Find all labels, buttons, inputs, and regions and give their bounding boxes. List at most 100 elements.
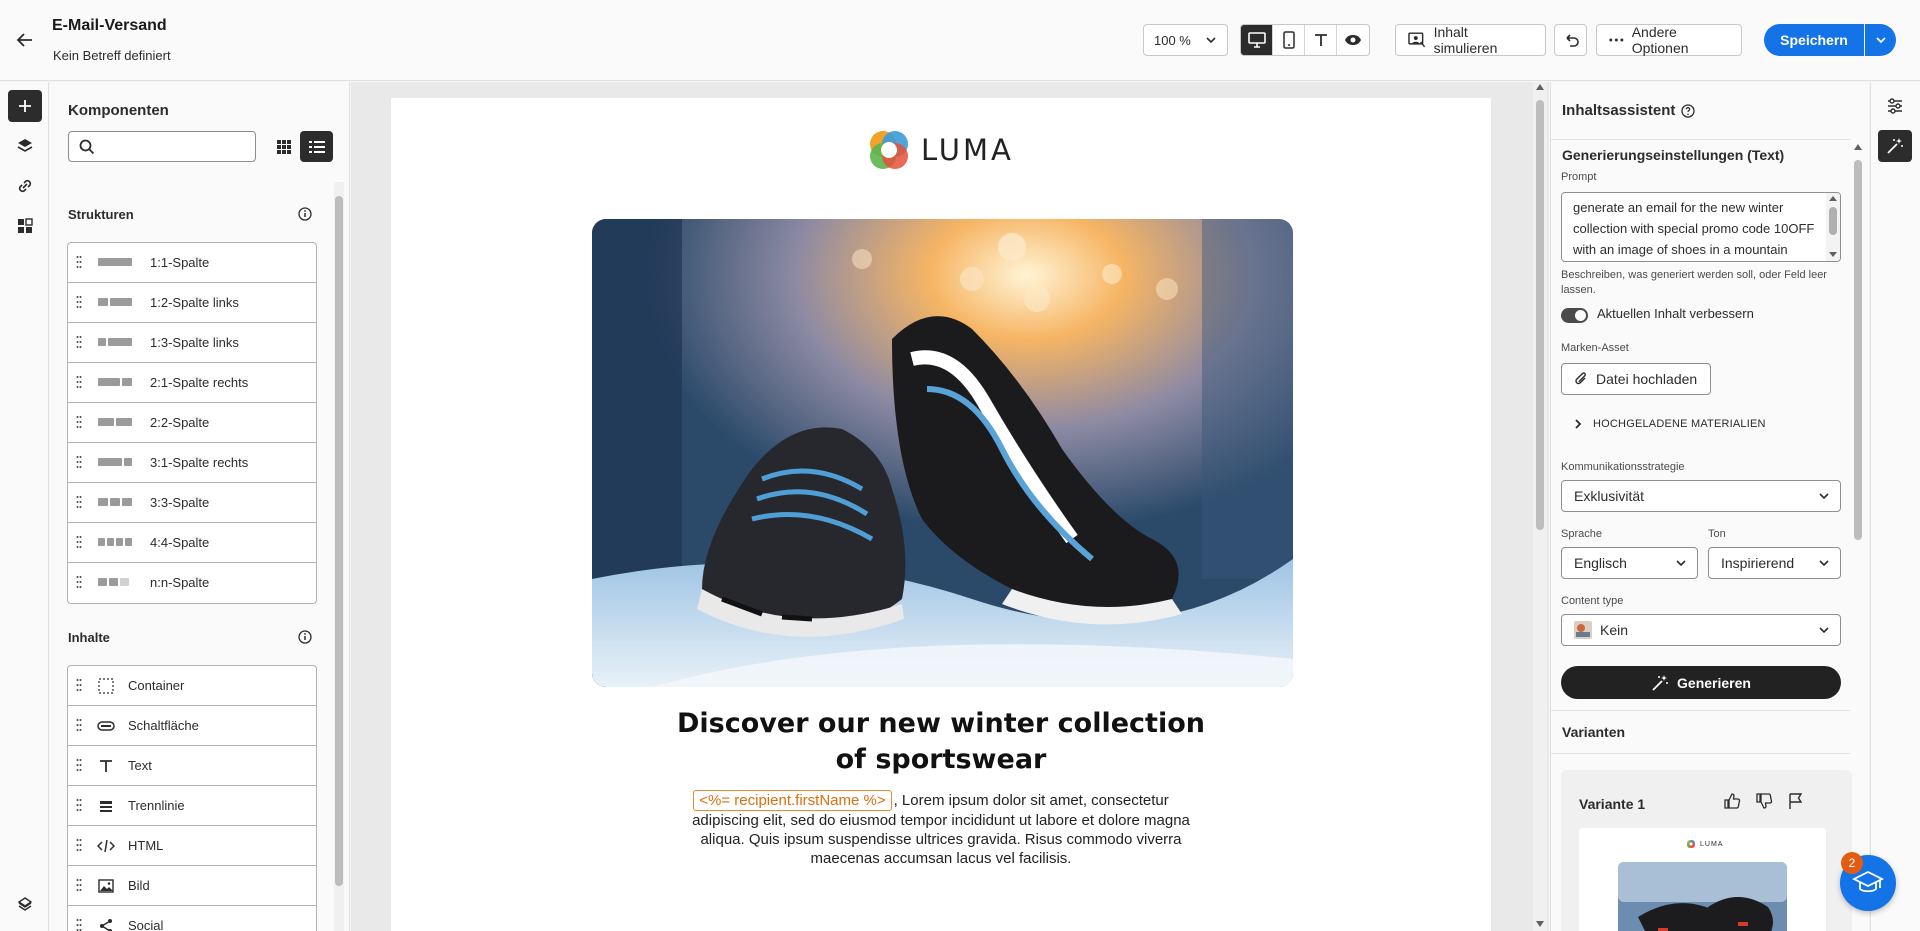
components-scrollbar[interactable] — [334, 182, 344, 931]
drag-handle-icon[interactable] — [76, 575, 82, 589]
drag-handle-icon[interactable] — [76, 878, 82, 892]
simulate-content-button[interactable]: Inhalt simulieren — [1395, 24, 1546, 56]
desktop-view-button[interactable] — [1241, 25, 1273, 55]
scroll-up-icon[interactable] — [1854, 144, 1862, 150]
scroll-thumb[interactable] — [335, 196, 343, 886]
content-item[interactable]: Social — [68, 906, 316, 931]
sneaker-photo — [592, 219, 1293, 687]
variant-card[interactable]: Variante 1 LUMA — [1561, 770, 1852, 931]
undo-button[interactable] — [1554, 24, 1587, 56]
email-preview[interactable]: LUMA Discover our new winter collection … — [391, 98, 1491, 931]
prompt-textarea[interactable]: generate an email for the new winter col… — [1561, 192, 1841, 262]
info-icon[interactable] — [298, 207, 312, 221]
personalization-token[interactable]: <%= recipient.firstName %> — [693, 790, 892, 811]
hero-image[interactable] — [592, 219, 1293, 687]
drag-handle-icon[interactable] — [76, 415, 82, 429]
save-button[interactable]: Speichern — [1764, 24, 1864, 56]
list-view-button[interactable] — [300, 131, 333, 162]
grid-view-button[interactable] — [268, 131, 300, 162]
prompt-scrollbar[interactable] — [1826, 193, 1840, 261]
email-body[interactable]: <%= recipient.firstName %>, Lorem ipsum … — [691, 790, 1191, 868]
fragments-button[interactable] — [8, 210, 42, 242]
assistant-scrollbar[interactable] — [1852, 142, 1864, 931]
structure-item[interactable]: 3:3-Spalte — [68, 483, 316, 523]
content-label: Social — [128, 918, 164, 931]
preview-button[interactable] — [1337, 25, 1369, 55]
help-icon[interactable] — [1681, 103, 1696, 118]
strategy-label: Kommunikationsstrategie — [1561, 461, 1685, 473]
code-icon — [97, 837, 115, 855]
generate-button[interactable]: Generieren — [1561, 666, 1841, 699]
drag-handle-icon[interactable] — [76, 495, 82, 509]
components-search[interactable] — [68, 131, 256, 162]
add-components-button[interactable] — [8, 90, 42, 122]
links-button[interactable] — [8, 170, 42, 202]
link-icon — [18, 179, 32, 193]
mobile-view-button[interactable] — [1273, 25, 1305, 55]
structure-item[interactable]: 1:2-Spalte links — [68, 283, 316, 323]
layers-icon — [17, 139, 33, 152]
flag-icon[interactable] — [1787, 792, 1805, 810]
drag-handle-icon[interactable] — [76, 375, 82, 389]
bottom-layers-button[interactable] — [8, 888, 42, 920]
back-button[interactable] — [13, 28, 37, 52]
email-headline[interactable]: Discover our new winter collection of sp… — [671, 706, 1211, 778]
image-icon — [97, 877, 115, 895]
drag-handle-icon[interactable] — [76, 255, 82, 269]
uploaded-materials-toggle[interactable]: HOCHGELADENE MATERIALIEN — [1573, 418, 1766, 430]
layers-button[interactable] — [8, 130, 42, 162]
search-input[interactable] — [101, 137, 251, 157]
column-4-4-icon — [98, 538, 132, 546]
tone-dropdown[interactable]: Inspirierend — [1708, 547, 1841, 579]
structure-item[interactable]: 2:2-Spalte — [68, 403, 316, 443]
scroll-thumb[interactable] — [1536, 100, 1544, 530]
drag-handle-icon[interactable] — [76, 838, 82, 852]
luma-logo[interactable]: LUMA — [867, 128, 1014, 172]
drag-handle-icon[interactable] — [76, 918, 82, 931]
save-menu-button[interactable] — [1865, 24, 1896, 56]
structure-item[interactable]: 3:1-Spalte rechts — [68, 443, 316, 483]
drag-handle-icon[interactable] — [76, 455, 82, 469]
content-item[interactable]: Bild — [68, 866, 316, 906]
content-item[interactable]: HTML — [68, 826, 316, 866]
structure-item[interactable]: n:n-Spalte — [68, 563, 316, 603]
strategy-dropdown[interactable]: Exklusivität — [1561, 480, 1841, 512]
scroll-thumb[interactable] — [1854, 160, 1862, 540]
content-type-dropdown[interactable]: Kein — [1561, 614, 1841, 646]
scroll-thumb[interactable] — [1829, 207, 1837, 235]
drag-handle-icon[interactable] — [76, 295, 82, 309]
drag-handle-icon[interactable] — [76, 335, 82, 349]
content-item[interactable]: Text — [68, 746, 316, 786]
thumbs-up-icon[interactable] — [1723, 792, 1741, 810]
drag-handle-icon[interactable] — [76, 758, 82, 772]
zoom-select[interactable]: 100 % — [1143, 24, 1228, 56]
more-options-button[interactable]: Andere Optionen — [1596, 24, 1742, 56]
info-icon[interactable] — [298, 630, 312, 644]
scroll-up-icon[interactable] — [1536, 84, 1544, 90]
drag-handle-icon[interactable] — [76, 798, 82, 812]
drag-handle-icon[interactable] — [76, 535, 82, 549]
brand-asset-label: Marken-Asset — [1561, 342, 1629, 354]
structure-item[interactable]: 1:1-Spalte — [68, 243, 316, 283]
scroll-down-icon[interactable] — [1536, 921, 1544, 927]
structure-label: 4:4-Spalte — [150, 535, 210, 550]
canvas-scrollbar[interactable] — [1533, 82, 1547, 931]
structure-item[interactable]: 4:4-Spalte — [68, 523, 316, 563]
content-item[interactable]: Container — [68, 666, 316, 706]
contents-list: Container Schaltfläche Text Trennlinie H… — [67, 665, 317, 931]
language-dropdown[interactable]: Englisch — [1561, 547, 1698, 579]
structure-item[interactable]: 2:1-Spalte rechts — [68, 363, 316, 403]
drag-handle-icon[interactable] — [76, 718, 82, 732]
content-item[interactable]: Trennlinie — [68, 786, 316, 826]
improve-content-toggle[interactable] — [1561, 308, 1588, 323]
magic-wand-icon — [1887, 138, 1903, 154]
content-assistant-button[interactable] — [1878, 130, 1912, 162]
drag-handle-icon[interactable] — [76, 678, 82, 692]
variant-thumbnail[interactable]: LUMA — [1579, 828, 1826, 931]
settings-button[interactable] — [1878, 90, 1912, 122]
structure-item[interactable]: 1:3-Spalte links — [68, 323, 316, 363]
text-view-button[interactable] — [1305, 25, 1337, 55]
upload-file-button[interactable]: Datei hochladen — [1561, 363, 1711, 395]
content-item[interactable]: Schaltfläche — [68, 706, 316, 746]
thumbs-down-icon[interactable] — [1755, 792, 1773, 810]
